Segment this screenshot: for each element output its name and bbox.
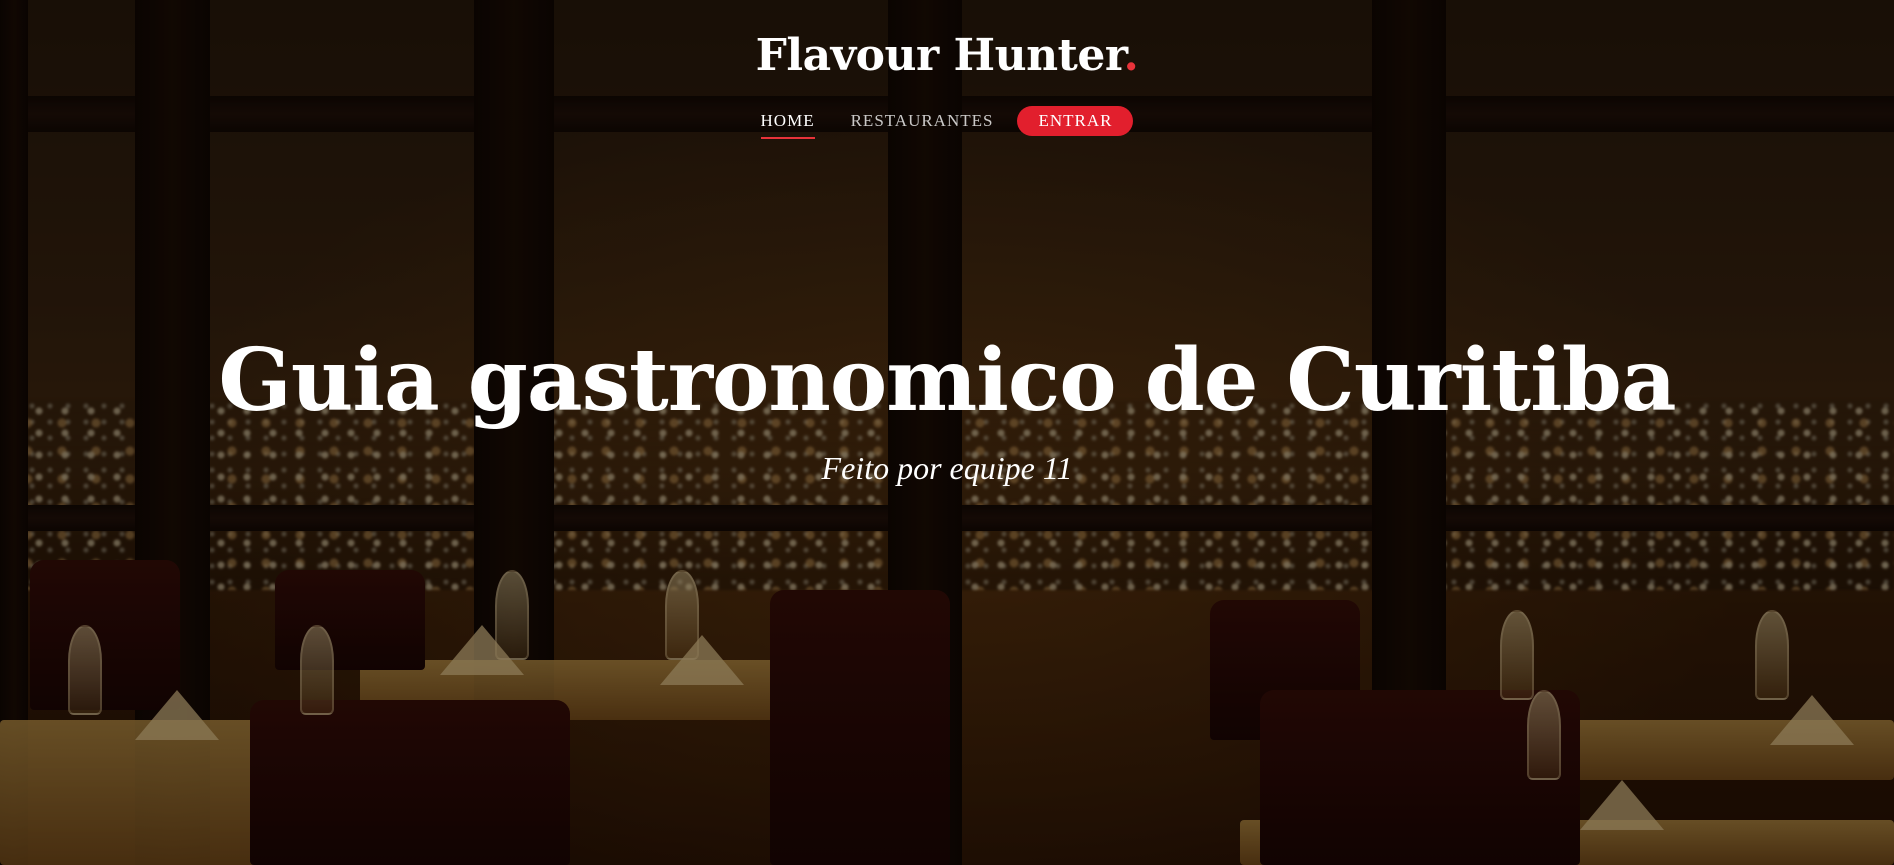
brand-logo[interactable]: Flavour Hunter. — [756, 34, 1139, 78]
nav-home-link[interactable]: HOME — [760, 107, 815, 139]
hero-section: Flavour Hunter. HOME RESTAURANTES ENTRAR… — [0, 0, 1894, 865]
brand-name: Flavour Hunter — [755, 30, 1124, 81]
site-header: Flavour Hunter. HOME RESTAURANTES ENTRAR — [0, 0, 1894, 139]
entrar-button[interactable]: ENTRAR — [1017, 106, 1134, 136]
hero-subtitle: Feito por equipe 11 — [821, 450, 1073, 486]
nav-restaurantes-link[interactable]: RESTAURANTES — [851, 107, 994, 135]
main-nav: HOME RESTAURANTES ENTRAR — [0, 106, 1894, 139]
hero-content: Guia gastronomico de Curitiba Feito por … — [0, 338, 1894, 487]
brand-dot: . — [1123, 30, 1139, 81]
hero-title: Guia gastronomico de Curitiba — [218, 330, 1676, 431]
